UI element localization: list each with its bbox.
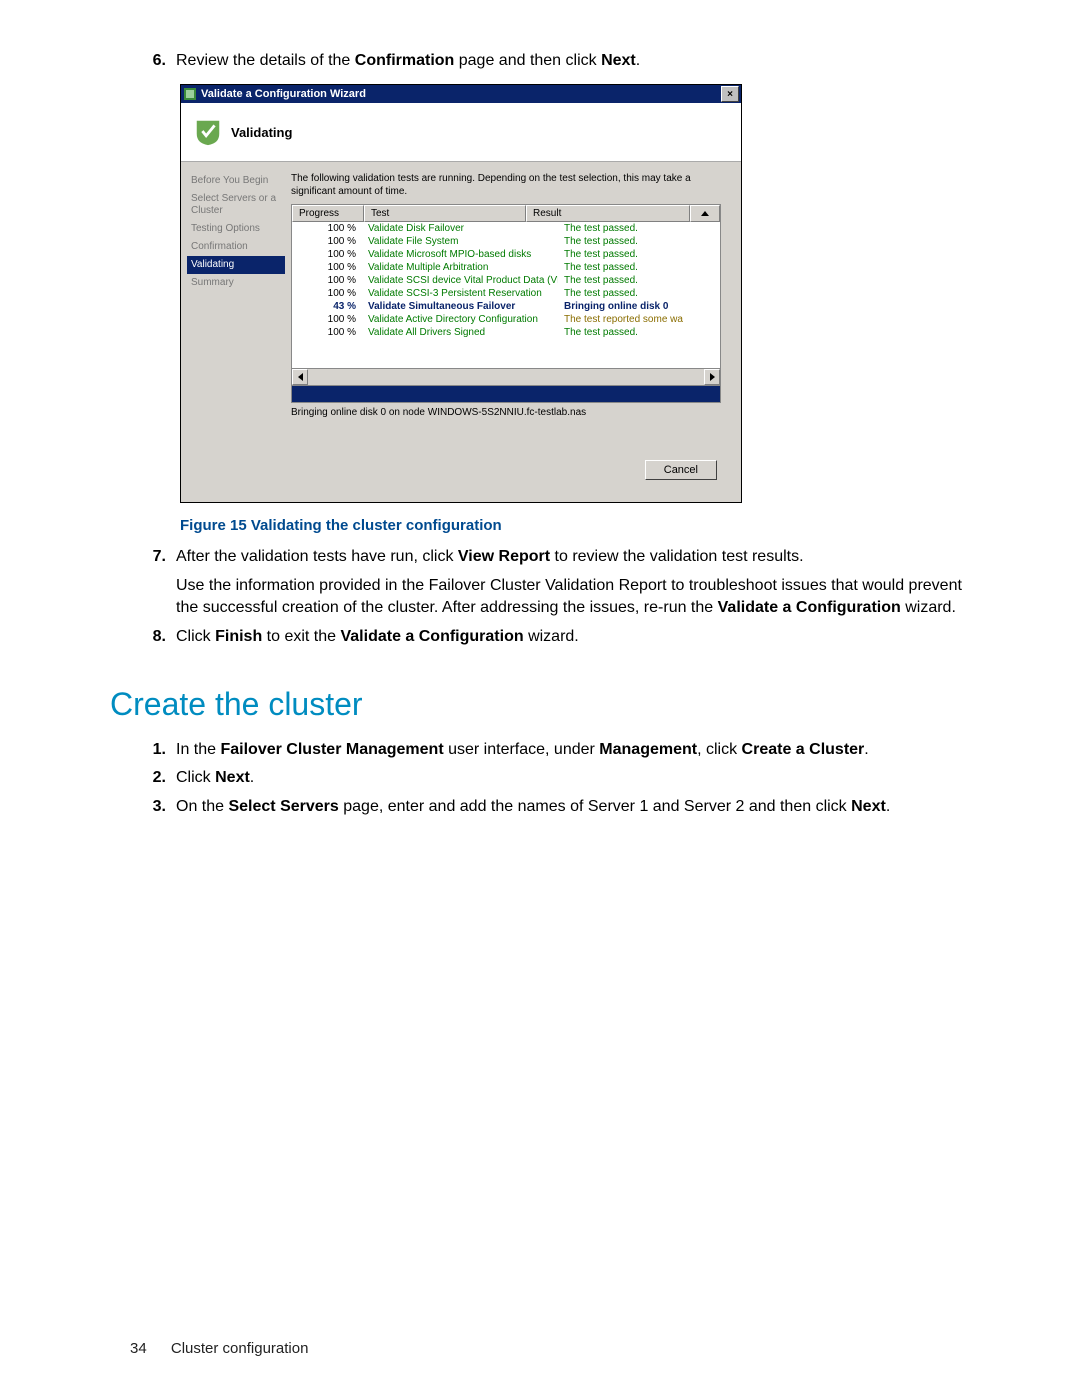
col-result[interactable]: Result — [526, 205, 690, 222]
sidebar-item-select[interactable]: Select Servers or a Cluster — [187, 190, 285, 220]
list-number: 8. — [140, 626, 176, 648]
status-text: Bringing online disk 0 on node WINDOWS-5… — [291, 407, 729, 418]
scroll-left-icon[interactable] — [292, 369, 308, 385]
page-footer: 34 Cluster configuration — [130, 1340, 308, 1357]
list-number: 2. — [140, 767, 176, 789]
list-number: 3. — [140, 796, 176, 818]
window-title: Validate a Configuration Wizard — [201, 88, 366, 100]
window-titlebar: Validate a Configuration Wizard × — [181, 85, 741, 103]
close-icon[interactable]: × — [721, 86, 739, 102]
table-row: 100 %Validate Multiple ArbitrationThe te… — [292, 261, 720, 274]
scroll-up-icon[interactable] — [690, 205, 720, 222]
sidebar-item-summary[interactable]: Summary — [187, 274, 285, 292]
scroll-right-icon[interactable] — [704, 369, 720, 385]
grid-header: Progress Test Result — [292, 205, 720, 222]
list-number: 1. — [140, 739, 176, 761]
list-number: 7. — [140, 546, 176, 619]
table-row: 100 %Validate Active Directory Configura… — [292, 313, 720, 326]
section-heading: Create the cluster — [110, 686, 970, 723]
table-row: 100 %Validate Microsoft MPIO-based disks… — [292, 248, 720, 261]
sidebar-item-validating[interactable]: Validating — [187, 256, 285, 274]
sidebar-item-testing[interactable]: Testing Options — [187, 220, 285, 238]
table-row: 100 %Validate SCSI-3 Persistent Reservat… — [292, 287, 720, 300]
step-c1-text: In the Failover Cluster Management user … — [176, 739, 970, 761]
wizard-sidebar: Before You Begin Select Servers or a Clu… — [181, 162, 291, 502]
cancel-button[interactable]: Cancel — [645, 460, 717, 480]
step-8-text: Click Finish to exit the Validate a Conf… — [176, 626, 970, 648]
table-row: 100 %Validate All Drivers SignedThe test… — [292, 326, 720, 339]
col-progress[interactable]: Progress — [292, 205, 364, 222]
footer-section: Cluster configuration — [171, 1340, 309, 1357]
table-row: 100 %Validate File SystemThe test passed… — [292, 235, 720, 248]
col-test[interactable]: Test — [364, 205, 526, 222]
step-7-text: After the validation tests have run, cli… — [176, 546, 970, 619]
overall-progress-bar — [291, 386, 721, 403]
validating-icon — [193, 117, 223, 147]
validation-tests-grid: Progress Test Result 100 %Validate Disk … — [291, 204, 721, 386]
wizard-icon — [183, 87, 197, 101]
figure-caption: Figure 15 Validating the cluster configu… — [180, 517, 970, 534]
list-number: 6. — [140, 50, 176, 72]
step-c2-text: Click Next. — [176, 767, 970, 789]
wizard-header: Validating — [181, 103, 741, 162]
wizard-heading: Validating — [231, 125, 292, 140]
page-number: 34 — [130, 1340, 147, 1357]
sidebar-item-confirm[interactable]: Confirmation — [187, 238, 285, 256]
table-row: 100 %Validate SCSI device Vital Product … — [292, 274, 720, 287]
step-6-text: Review the details of the Confirmation p… — [176, 50, 970, 72]
sidebar-item-before[interactable]: Before You Begin — [187, 172, 285, 190]
step-c3-text: On the Select Servers page, enter and ad… — [176, 796, 970, 818]
wizard-intro-text: The following validation tests are runni… — [291, 172, 729, 198]
grid-hscrollbar[interactable] — [292, 368, 720, 385]
table-row: 100 %Validate Disk FailoverThe test pass… — [292, 222, 720, 235]
validate-config-wizard: Validate a Configuration Wizard × Valida… — [180, 84, 742, 503]
table-row: 43 %Validate Simultaneous FailoverBringi… — [292, 300, 720, 313]
